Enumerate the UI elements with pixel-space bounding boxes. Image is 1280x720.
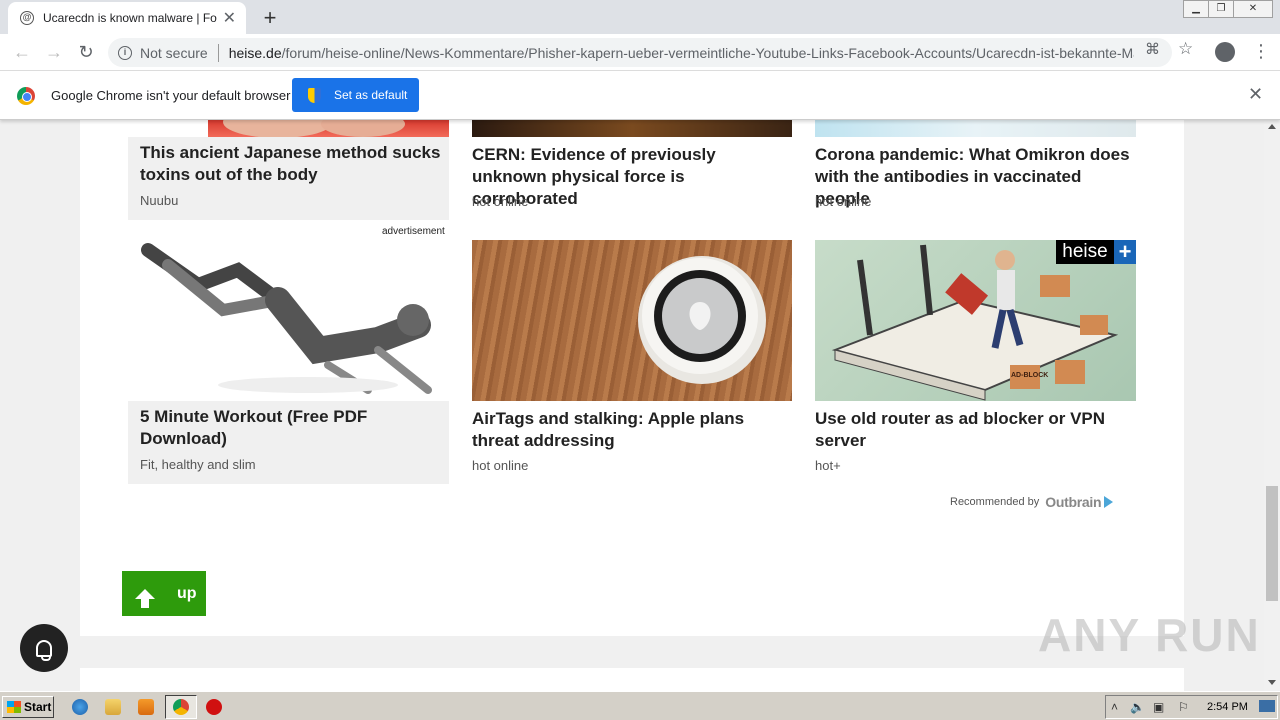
card-title: AirTags and stalking: Apple plans threat… bbox=[472, 409, 745, 450]
recommendation-card[interactable]: Corona pandemic: What Omikron does with … bbox=[815, 120, 1136, 220]
anyrun-watermark: ANY RUN bbox=[1038, 609, 1261, 661]
card-image bbox=[815, 120, 1136, 137]
new-tab-icon[interactable]: + bbox=[258, 5, 282, 31]
internet-explorer-icon[interactable] bbox=[72, 699, 88, 715]
info-icon[interactable]: i bbox=[118, 45, 132, 60]
default-browser-infobar: Google Chrome isn't your default browser… bbox=[0, 71, 1280, 120]
windows-taskbar: Start ˄ 🔈 ▣ ⚐ 2:54 PM bbox=[0, 691, 1280, 720]
forum-favicon-icon: @ bbox=[20, 11, 34, 25]
restore-icon[interactable]: ❐ bbox=[1208, 0, 1234, 18]
not-secure-label: Not secure bbox=[140, 44, 208, 61]
card-source: hot+ bbox=[815, 458, 841, 473]
scroll-up-arrow-icon[interactable] bbox=[1268, 124, 1276, 129]
recommendation-card[interactable]: CERN: Evidence of previously unknown phy… bbox=[472, 120, 792, 220]
footer-panel bbox=[80, 668, 1184, 691]
heise-plus-badge: + bbox=[1114, 240, 1136, 264]
chrome-taskbar-button[interactable] bbox=[165, 695, 197, 719]
file-explorer-icon[interactable] bbox=[105, 699, 121, 715]
recommended-by-outbrain[interactable]: Recommended by Outbrain bbox=[950, 494, 1114, 510]
card-image bbox=[128, 120, 449, 137]
airtag-illustration bbox=[638, 256, 766, 384]
show-desktop-icon[interactable] bbox=[1259, 700, 1275, 712]
tab-close-icon[interactable]: ✕ bbox=[223, 8, 236, 28]
set-as-default-label: Set as default bbox=[334, 88, 408, 102]
card-source: hot online bbox=[472, 194, 529, 209]
volume-icon[interactable]: 🔈 bbox=[1130, 700, 1145, 714]
forward-icon[interactable]: → bbox=[43, 42, 65, 63]
scrollbar-thumb[interactable] bbox=[1266, 486, 1278, 601]
router-illustration bbox=[831, 244, 1119, 401]
workout-illustration bbox=[141, 243, 432, 394]
security-alert-icon[interactable] bbox=[206, 699, 222, 715]
recommendation-card[interactable]: This ancient Japanese method sucks toxin… bbox=[128, 120, 449, 220]
heise-badge: heise bbox=[1056, 240, 1114, 264]
minimize-icon[interactable]: ▁ bbox=[1183, 0, 1209, 18]
browser-tab[interactable]: @ Ucarecdn is known malware | Forum ✕ bbox=[8, 2, 246, 34]
reload-icon[interactable]: ↻ bbox=[75, 42, 97, 63]
tab-title: Ucarecdn is known malware | Forum bbox=[43, 11, 217, 25]
uac-shield-icon bbox=[308, 87, 321, 103]
notification-bell-button[interactable] bbox=[20, 624, 68, 672]
infobar-message: Google Chrome isn't your default browser bbox=[51, 88, 291, 103]
advertisement-label: advertisement bbox=[382, 226, 445, 237]
card-source: Nuubu bbox=[140, 193, 179, 208]
address-bar[interactable]: i Not secure heise.de/forum/heise-online… bbox=[108, 38, 1172, 67]
card-title: 5 Minute Workout (Free PDF Download) bbox=[140, 407, 368, 448]
tab-strip: @ Ucarecdn is known malware | Forum ✕ + … bbox=[0, 0, 1280, 34]
card-image-art bbox=[128, 120, 405, 137]
recommendation-card[interactable]: AirTags and stalking: Apple plans threat… bbox=[472, 240, 792, 484]
infobar-close-icon[interactable]: ✕ bbox=[1248, 84, 1263, 105]
page-scrollbar[interactable] bbox=[1264, 120, 1280, 691]
taskbar-clock[interactable]: 2:54 PM bbox=[1207, 701, 1248, 713]
scroll-up-button[interactable]: up bbox=[122, 571, 206, 616]
card-title: This ancient Japanese method sucks toxin… bbox=[140, 143, 441, 184]
outbrain-arrow-icon bbox=[1104, 496, 1114, 508]
url-domain: heise.de bbox=[228, 44, 282, 61]
recommended-by-label: Recommended by bbox=[950, 496, 1040, 508]
scroll-down-arrow-icon[interactable] bbox=[1268, 680, 1276, 685]
up-label: up bbox=[177, 584, 197, 602]
windows-logo-icon bbox=[7, 701, 21, 713]
card-source: Fit, healthy and slim bbox=[140, 457, 256, 472]
card-image bbox=[472, 120, 792, 137]
translate-icon[interactable]: ⌘ bbox=[1145, 40, 1160, 58]
card-image bbox=[472, 240, 792, 401]
start-button[interactable]: Start bbox=[2, 696, 54, 718]
bell-icon bbox=[36, 639, 52, 661]
page-viewport: This ancient Japanese method sucks toxin… bbox=[0, 120, 1264, 691]
network-icon[interactable]: ▣ bbox=[1153, 700, 1164, 714]
media-player-icon[interactable] bbox=[138, 699, 154, 715]
close-window-icon[interactable]: ✕ bbox=[1233, 0, 1273, 18]
router-sticker-label: AD-BLOCK bbox=[1011, 372, 1049, 379]
chrome-logo-icon bbox=[17, 87, 35, 105]
browser-toolbar: ← → ↻ i Not secure heise.de/forum/heise-… bbox=[0, 34, 1280, 71]
start-label: Start bbox=[24, 700, 52, 714]
outbrain-logo: Outbrain bbox=[1045, 494, 1102, 510]
account-icon[interactable] bbox=[1215, 42, 1235, 62]
card-image: heise + AD-BLOCK bbox=[815, 240, 1136, 401]
recommendation-card[interactable]: heise + AD-BLOCK Use old router as ad bl… bbox=[815, 240, 1136, 484]
card-source: hot online bbox=[472, 458, 529, 473]
url-separator bbox=[217, 43, 219, 62]
url-path: /forum/heise-online/News-Kommentare/Phis… bbox=[281, 44, 1134, 61]
card-title: Use old router as ad blocker or VPN serv… bbox=[815, 409, 1106, 450]
url-text[interactable]: heise.de/forum/heise-online/News-Komment… bbox=[229, 45, 1134, 61]
bookmark-star-icon[interactable]: ☆ bbox=[1178, 39, 1193, 59]
card-source: hot online bbox=[815, 194, 872, 209]
chrome-menu-icon[interactable]: ⋮ bbox=[1252, 41, 1270, 62]
action-center-flag-icon[interactable]: ⚐ bbox=[1178, 700, 1189, 714]
card-image bbox=[128, 240, 449, 401]
chrome-icon bbox=[173, 699, 189, 715]
recommendation-card[interactable]: 5 Minute Workout (Free PDF Download) Fit… bbox=[128, 240, 449, 484]
arrow-up-icon bbox=[135, 588, 155, 608]
back-icon[interactable]: ← bbox=[11, 42, 33, 63]
set-as-default-button[interactable]: Set as default bbox=[292, 78, 419, 112]
tray-expand-icon[interactable]: ˄ bbox=[1111, 700, 1118, 714]
